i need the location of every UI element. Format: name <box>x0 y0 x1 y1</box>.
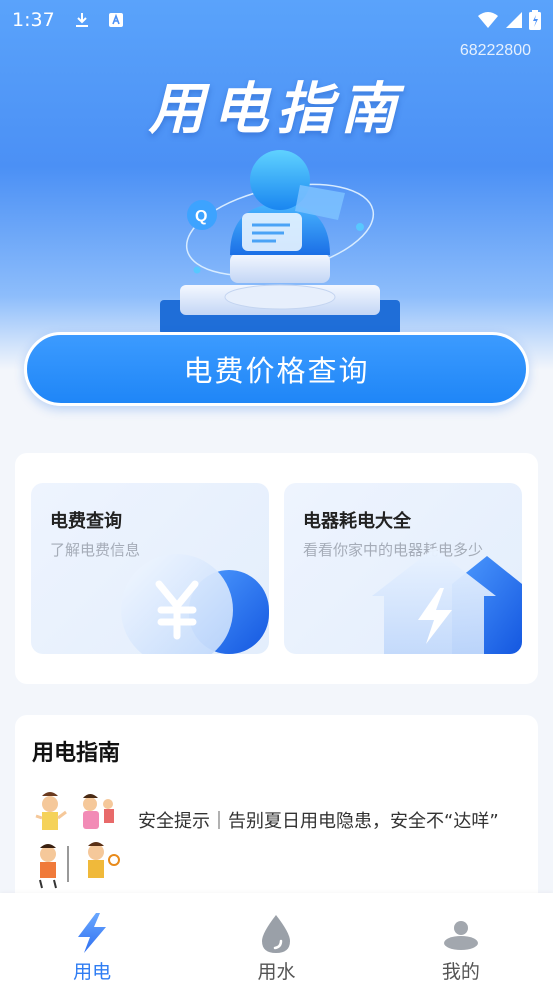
electricity-bill-query-card[interactable]: 电费查询 了解电费信息 <box>31 483 269 654</box>
svg-text:Q: Q <box>195 208 207 225</box>
lightning-icon <box>78 913 107 953</box>
feature-title: 电器耗电大全 <box>303 511 411 532</box>
yuan-coin-icon <box>121 554 269 654</box>
bottom-tab-bar: 用电 用水 我的 <box>0 893 553 984</box>
feature-title: 电费查询 <box>50 511 122 532</box>
robot-illustration-icon: Q <box>160 150 400 335</box>
status-time: 1:37 <box>12 9 55 31</box>
tab-label: 用水 <box>257 961 296 983</box>
tab-mine[interactable]: 我的 <box>369 893 553 984</box>
water-drop-icon <box>262 915 291 953</box>
tab-label: 我的 <box>441 961 480 983</box>
hero-banner: 1:37 68222800 用电指南 Q <box>0 0 553 370</box>
electricity-price-query-button[interactable]: 电费价格查询 <box>24 332 529 406</box>
hero-title: 用电指南 <box>148 77 405 142</box>
article-thumbnail[interactable] <box>32 790 122 890</box>
tab-water[interactable]: 用水 <box>184 893 368 984</box>
tab-label: 用电 <box>73 961 112 983</box>
tab-electricity[interactable]: 用电 <box>0 893 184 984</box>
notification-app-icon <box>108 13 123 27</box>
section-heading: 用电指南 <box>32 741 121 766</box>
appliance-power-consumption-card[interactable]: 电器耗电大全 看看你家中的电器耗电多少 <box>284 483 522 654</box>
user-icon <box>443 921 478 950</box>
signal-icon <box>506 12 522 28</box>
hotline-number[interactable]: 68222800 <box>460 42 531 60</box>
electricity-guide-section: 用电指南 安全提示｜告别夏日用电隐患，安全不“达咩” <box>15 715 538 915</box>
wifi-icon <box>478 12 498 28</box>
feature-card-panel: 电费查询 了解电费信息 电器耗电大全 看看你家中的电器耗电多少 <box>15 453 538 684</box>
article-title-link[interactable]: 安全提示｜告别夏日用电隐患，安全不“达咩” <box>138 808 518 836</box>
download-icon <box>75 13 88 27</box>
status-bar: 1:37 <box>0 0 553 40</box>
battery-icon <box>529 10 541 30</box>
lightning-house-icon <box>372 548 522 654</box>
